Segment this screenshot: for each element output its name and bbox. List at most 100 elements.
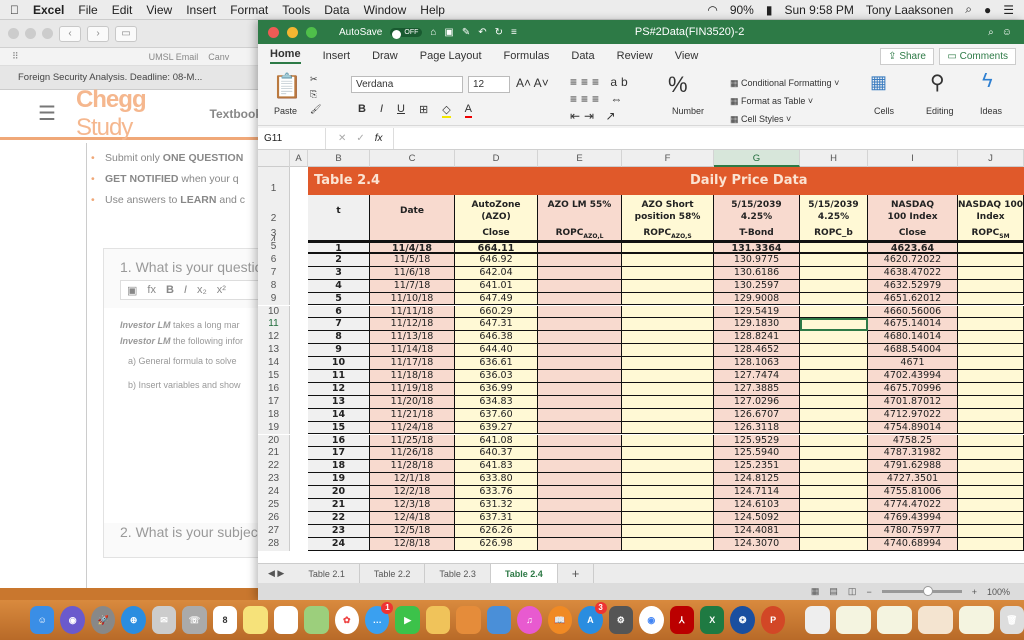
table-cell[interactable] xyxy=(538,460,622,474)
table-cell[interactable]: 130.2597 xyxy=(714,279,800,293)
table-cell[interactable] xyxy=(622,524,714,538)
table-cell[interactable]: 130.9775 xyxy=(714,253,800,267)
table-cell[interactable]: 637.31 xyxy=(455,511,538,525)
fill-color-icon[interactable]: ◇ xyxy=(442,103,451,118)
table-cell[interactable]: 647.49 xyxy=(455,292,538,306)
column-header-d[interactable]: D xyxy=(455,150,538,167)
table-cell[interactable] xyxy=(800,395,868,409)
keynote-icon[interactable] xyxy=(486,606,512,634)
period-cell[interactable]: 16 xyxy=(308,434,370,448)
font-size-dropdown[interactable]: 12 xyxy=(468,76,510,93)
cancel-icon[interactable]: ✕ xyxy=(338,133,346,144)
period-cell[interactable]: 22 xyxy=(308,511,370,525)
table-cell[interactable] xyxy=(958,382,1024,396)
table-cell[interactable]: 12/2/18 xyxy=(370,486,455,499)
table-cell[interactable]: 11/21/18 xyxy=(370,408,455,422)
table-cell[interactable] xyxy=(958,241,1024,254)
name-box[interactable]: G11 xyxy=(258,128,326,149)
hamburger-menu-icon[interactable]: ☰ xyxy=(38,101,56,126)
row-header[interactable]: 28 xyxy=(258,537,290,551)
close-icon[interactable] xyxy=(268,26,279,38)
period-cell[interactable]: 15 xyxy=(308,421,370,435)
row-header[interactable]: 11 xyxy=(258,318,290,332)
table-cell[interactable]: 4638.47022 xyxy=(868,266,958,280)
siri-icon[interactable]: ◉ xyxy=(60,606,85,634)
table-cell[interactable] xyxy=(538,318,622,332)
zoom-slider[interactable] xyxy=(881,586,962,596)
table-cell[interactable] xyxy=(958,279,1024,293)
zoom-in-button[interactable]: + xyxy=(972,587,977,597)
sheet-tab-2-2[interactable]: Table 2.2 xyxy=(360,563,426,584)
table-cell[interactable]: 11/28/18 xyxy=(370,460,455,474)
row-header[interactable]: 27 xyxy=(258,524,290,538)
table-cell[interactable] xyxy=(538,305,622,319)
table-cell[interactable] xyxy=(958,434,1024,448)
column-header-g[interactable]: G xyxy=(714,150,800,167)
row-header[interactable]: 9 xyxy=(258,292,290,306)
table-cell[interactable] xyxy=(538,537,622,551)
table-cell[interactable] xyxy=(622,421,714,435)
table-cell[interactable]: 11/24/18 xyxy=(370,421,455,435)
menu-format[interactable]: Format xyxy=(230,3,268,17)
search-icon[interactable]: ⌕ xyxy=(988,27,994,38)
bold-button[interactable]: B xyxy=(166,284,174,296)
table-cell[interactable] xyxy=(958,318,1024,332)
document-thumbnail-icon[interactable] xyxy=(835,606,871,634)
table-cell[interactable]: 128.1063 xyxy=(714,357,800,370)
table-cell[interactable]: 129.1830 xyxy=(714,318,800,332)
tab-data[interactable]: Data xyxy=(571,50,594,62)
table-cell[interactable]: 12/3/18 xyxy=(370,499,455,512)
spreadsheet-grid[interactable]: 1234567891011121314151617181920212223242… xyxy=(258,167,1024,563)
menu-help[interactable]: Help xyxy=(420,3,445,17)
calendar-icon[interactable]: 8 xyxy=(212,606,238,634)
table-cell[interactable] xyxy=(958,266,1024,280)
table-cell[interactable]: 4702.43994 xyxy=(868,370,958,383)
table-cell[interactable] xyxy=(622,499,714,512)
row-header[interactable]: 23 xyxy=(258,473,290,487)
table-cell[interactable]: 128.8241 xyxy=(714,331,800,345)
siri-icon[interactable]: ● xyxy=(984,3,991,17)
battery-icon[interactable]: ▮ xyxy=(766,3,773,17)
menu-tools[interactable]: Tools xyxy=(282,3,310,17)
table-cell[interactable] xyxy=(622,382,714,396)
table-cell[interactable]: 125.5940 xyxy=(714,447,800,461)
table-cell[interactable]: 631.32 xyxy=(455,499,538,512)
table-cell[interactable]: 4675.70996 xyxy=(868,382,958,396)
formula-input[interactable] xyxy=(392,128,1024,149)
select-all-corner[interactable] xyxy=(258,150,290,167)
sidebar-icon[interactable]: ▭ xyxy=(115,25,137,42)
table-cell[interactable]: 12/4/18 xyxy=(370,511,455,525)
table-cell[interactable]: 11/5/18 xyxy=(370,253,455,267)
underline-icon[interactable]: U xyxy=(397,103,405,118)
table-cell[interactable]: 4688.54004 xyxy=(868,344,958,358)
table-cell[interactable]: 641.83 xyxy=(455,460,538,474)
autosave-toggle[interactable]: OFF xyxy=(390,27,423,39)
row-header[interactable]: 6 xyxy=(258,253,290,267)
row-header[interactable]: 24 xyxy=(258,486,290,499)
table-cell[interactable]: 131.3364 xyxy=(714,241,800,254)
table-cell[interactable] xyxy=(800,524,868,538)
wifi-icon[interactable]: ◠ xyxy=(707,3,717,17)
row-header[interactable]: 15 xyxy=(258,370,290,383)
bookmark-umsl-email[interactable]: UMSL Email xyxy=(149,52,199,62)
table-cell[interactable]: 4774.47022 xyxy=(868,499,958,512)
row-header[interactable]: 14 xyxy=(258,357,290,370)
row-header[interactable]: 2 xyxy=(258,195,290,227)
table-cell[interactable] xyxy=(800,537,868,551)
table-cell[interactable]: 4632.52979 xyxy=(868,279,958,293)
image-icon[interactable]: ▣ xyxy=(127,284,137,297)
number-label[interactable]: Number xyxy=(672,106,704,116)
table-cell[interactable] xyxy=(800,499,868,512)
notification-center-icon[interactable]: ☰ xyxy=(1003,3,1014,17)
table-cell[interactable] xyxy=(538,395,622,409)
period-cell[interactable]: 11 xyxy=(308,370,370,383)
row-header[interactable]: 1 xyxy=(258,167,290,195)
table-cell[interactable] xyxy=(800,460,868,474)
table-cell[interactable] xyxy=(622,395,714,409)
row-header[interactable]: 26 xyxy=(258,511,290,525)
table-cell[interactable]: 641.01 xyxy=(455,279,538,293)
menu-view[interactable]: View xyxy=(146,3,172,17)
table-cell[interactable]: 127.3885 xyxy=(714,382,800,396)
table-cell[interactable]: 4712.97022 xyxy=(868,408,958,422)
table-cell[interactable] xyxy=(622,266,714,280)
